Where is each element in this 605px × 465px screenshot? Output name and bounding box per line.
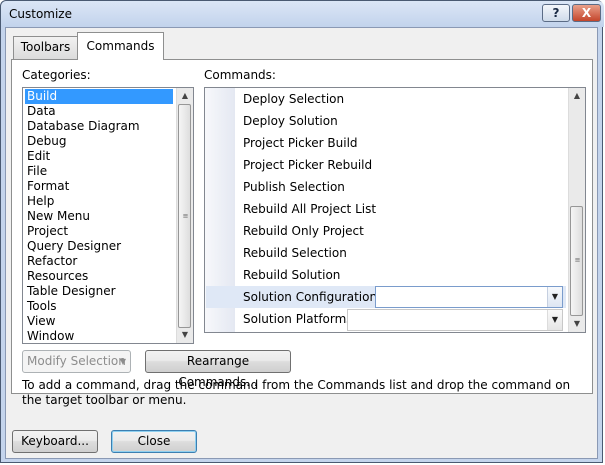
rearrange-commands-button[interactable]: Rearrange Commands...	[145, 350, 291, 389]
categories-scroll-thumb[interactable]: ≡	[178, 104, 191, 328]
category-item[interactable]: New Menu	[25, 209, 173, 224]
command-item[interactable]: Publish Selection	[243, 176, 345, 198]
command-item[interactable]: Rebuild Solution	[243, 264, 340, 286]
modify-selection-button[interactable]: Modify Selection ▼	[22, 350, 131, 373]
category-item[interactable]: Refactor	[25, 254, 173, 269]
solution-configurations-combo[interactable]: ▼	[375, 286, 563, 308]
scroll-down-icon[interactable]: ▼	[177, 327, 193, 343]
commands-listbox[interactable]: Deploy Selection Deploy Solution Project P…	[204, 87, 586, 333]
command-item[interactable]: Rebuild All Project List	[243, 198, 376, 220]
commands-label: Commands:	[204, 68, 276, 82]
grip-icon: ≡	[574, 256, 581, 264]
commands-scrollbar[interactable]: ▲ ≡ ▼	[568, 88, 585, 332]
dropdown-icon[interactable]: ▼	[547, 310, 562, 330]
dropdown-icon[interactable]: ▼	[547, 287, 562, 307]
scroll-down-icon[interactable]: ▼	[569, 316, 585, 332]
category-item[interactable]: File	[25, 164, 173, 179]
category-item[interactable]: Edit	[25, 149, 173, 164]
category-item[interactable]: Help	[25, 194, 173, 209]
tab-toolbars-label: Toolbars	[20, 40, 71, 54]
category-item[interactable]: Data	[25, 104, 173, 119]
category-item[interactable]: Format	[25, 179, 173, 194]
command-item[interactable]: Solution Platforms	[243, 308, 353, 330]
window-title: Customize	[9, 7, 72, 21]
category-item[interactable]: View	[25, 314, 173, 329]
category-item[interactable]: Project	[25, 224, 173, 239]
tab-commands[interactable]: Commands	[77, 32, 164, 60]
command-item[interactable]: Rebuild Only Project	[243, 220, 364, 242]
help-button[interactable]: ?	[542, 4, 570, 22]
close-button-label: Close	[137, 434, 171, 448]
command-item[interactable]: Project Picker Build	[243, 132, 358, 154]
modify-selection-label: Modify Selection	[27, 354, 126, 368]
title-bar[interactable]: Customize ? X	[1, 1, 604, 27]
command-item[interactable]: Deploy Selection	[243, 88, 344, 110]
category-item[interactable]: Query Designer	[25, 239, 173, 254]
command-item[interactable]: Solution Configurations	[243, 286, 383, 308]
close-icon: X	[581, 6, 592, 20]
category-item[interactable]: Database Diagram	[25, 119, 173, 134]
categories-scrollbar[interactable]: ▲ ≡ ▼	[176, 88, 193, 343]
dropdown-icon: ▼	[119, 357, 126, 366]
commands-scroll-thumb[interactable]: ≡	[570, 206, 583, 316]
command-item[interactable]: Project Picker Rebuild	[243, 154, 372, 176]
customize-dialog: Customize ? X Toolbars Commands Categori…	[0, 0, 604, 463]
dialog-client-area: Toolbars Commands Categories: Build Data D…	[5, 27, 598, 459]
categories-listbox[interactable]: Build Data Database Diagram Debug Edit File Fo…	[22, 87, 194, 344]
category-item[interactable]: Window	[25, 329, 173, 343]
keyboard-button[interactable]: Keyboard...	[12, 430, 98, 453]
categories-label: Categories:	[22, 68, 91, 82]
category-item[interactable]: Resources	[25, 269, 173, 284]
scroll-up-icon[interactable]: ▲	[569, 88, 585, 104]
grip-icon: ≡	[182, 212, 189, 220]
command-item[interactable]: Deploy Solution	[243, 110, 338, 132]
help-icon: ?	[552, 6, 560, 20]
command-item[interactable]: Rebuild Selection	[243, 242, 347, 264]
category-item[interactable]: Debug	[25, 134, 173, 149]
keyboard-button-label: Keyboard...	[21, 434, 89, 448]
window-close-button[interactable]: X	[572, 4, 601, 22]
scroll-up-icon[interactable]: ▲	[177, 88, 193, 104]
category-item[interactable]: Table Designer	[25, 284, 173, 299]
close-button[interactable]: Close	[111, 430, 197, 453]
category-item[interactable]: Build	[25, 89, 173, 104]
help-text: To add a command, drag the command from …	[22, 378, 571, 407]
category-item[interactable]: Tools	[25, 299, 173, 314]
solution-platforms-combo[interactable]: ▼	[347, 309, 563, 331]
tab-commands-label: Commands	[86, 39, 155, 53]
tab-toolbars[interactable]: Toolbars	[13, 36, 78, 59]
